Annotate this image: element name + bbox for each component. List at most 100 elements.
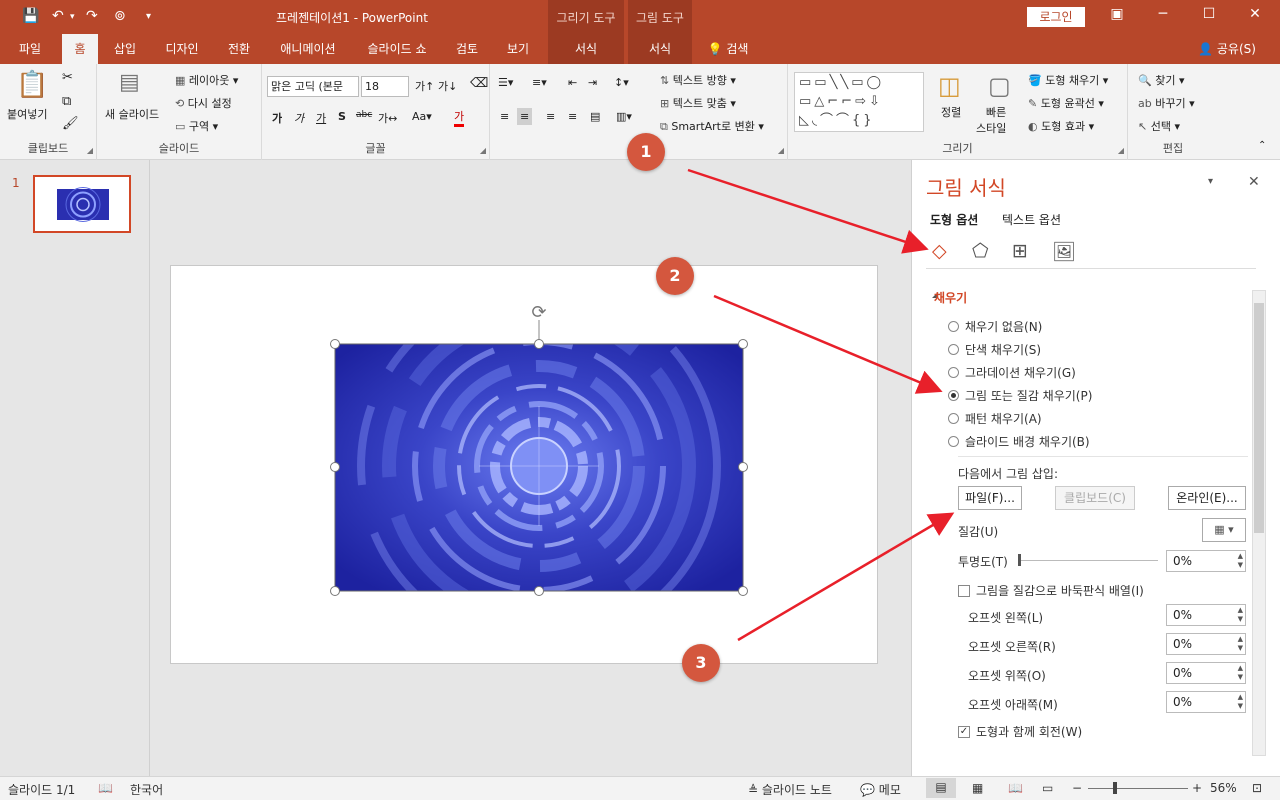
columns-icon[interactable]: ▥▾ xyxy=(616,110,632,123)
effects-icon[interactable]: ⬠ xyxy=(972,240,989,262)
increase-font-size-icon[interactable]: 가↑ xyxy=(415,78,434,94)
offset-left-spinbox[interactable]: 0% ▲ ▼ xyxy=(1166,604,1246,626)
section-button[interactable]: ▭ 구역 ▾ xyxy=(175,118,218,134)
spin-arrows-icon[interactable]: ▲ ▼ xyxy=(1238,552,1243,570)
shape-fill-button[interactable]: 🪣 도형 채우기 ▾ xyxy=(1028,72,1108,88)
fill-option-radio[interactable]: 채우기 없음(N) xyxy=(948,318,1042,335)
justify-icon[interactable]: ≡ xyxy=(568,110,577,123)
layout-button[interactable]: ▦ 레이아웃 ▾ xyxy=(175,72,238,88)
tab-home[interactable]: 홈 xyxy=(62,34,98,64)
zoom-slider-track[interactable] xyxy=(1088,788,1188,789)
font-size-combobox[interactable]: 18 xyxy=(361,76,409,97)
copy-icon[interactable]: ⧉ xyxy=(62,94,71,109)
shape-effects-button[interactable]: ◐ 도형 효과 ▾ xyxy=(1028,118,1094,134)
notes-button[interactable]: ≜ 슬라이드 노트 xyxy=(748,781,832,798)
text-direction-button[interactable]: ⇅ 텍스트 방향 ▾ xyxy=(660,72,736,88)
align-left-icon[interactable]: ≡ xyxy=(500,110,509,123)
spelling-icon[interactable]: 📖 xyxy=(98,781,113,795)
reading-view-icon[interactable]: 📖 xyxy=(1008,781,1023,795)
strikethrough-icon[interactable]: abc xyxy=(356,110,372,120)
transparency-slider-thumb[interactable] xyxy=(1018,554,1021,566)
reset-button[interactable]: ⟲ 다시 설정 xyxy=(175,95,232,111)
offset-right-spinbox[interactable]: 0% ▲ ▼ xyxy=(1166,633,1246,655)
fill-and-line-icon[interactable]: ◇ xyxy=(932,240,947,262)
pane-scrollbar[interactable] xyxy=(1252,290,1266,756)
tab-slideshow[interactable]: 슬라이드 쇼 xyxy=(356,34,438,64)
zoom-level[interactable]: 56% xyxy=(1210,781,1237,795)
resize-handle[interactable] xyxy=(330,586,340,596)
selected-picture[interactable]: ⟳ xyxy=(325,296,755,606)
bold-icon[interactable]: 가 xyxy=(272,110,282,126)
insert-from-clipboard-button[interactable]: 클립보드(C) xyxy=(1055,486,1135,510)
new-slide-button[interactable]: 새 슬라이드 xyxy=(105,106,159,122)
increase-indent-icon[interactable]: ⇥ xyxy=(588,76,597,89)
undo-icon[interactable]: ↶ xyxy=(52,8,64,24)
tab-file[interactable]: 파일 xyxy=(10,34,50,64)
dialog-launcher-icon[interactable]: ◢ xyxy=(778,146,784,155)
resize-handle[interactable] xyxy=(738,339,748,349)
dialog-launcher-icon[interactable]: ◢ xyxy=(1118,146,1124,155)
tell-me-search[interactable]: 💡 검색 xyxy=(702,34,754,64)
decrease-indent-icon[interactable]: ⇤ xyxy=(568,76,577,89)
pane-options-icon[interactable]: ▾ xyxy=(1208,176,1213,187)
underline-icon[interactable]: 가 xyxy=(316,110,326,126)
tab-shape-options[interactable]: 도형 옵션 xyxy=(930,211,978,228)
dialog-launcher-icon[interactable]: ◢ xyxy=(87,146,93,155)
decrease-font-size-icon[interactable]: 가↓ xyxy=(438,78,457,94)
resize-handle[interactable] xyxy=(738,462,748,472)
spin-arrows-icon[interactable]: ▲ ▼ xyxy=(1238,664,1243,682)
tab-insert[interactable]: 삽입 xyxy=(104,34,146,64)
fill-option-radio[interactable]: 슬라이드 배경 채우기(B) xyxy=(948,433,1090,450)
shapes-gallery[interactable]: ▭▭╲╲▭◯ ▭△⌐⌐⇨⇩ ◺◟⌒⌒{} xyxy=(794,72,924,132)
zoom-slider-thumb[interactable] xyxy=(1113,782,1117,794)
maximize-icon[interactable]: ☐ xyxy=(1194,6,1224,22)
bullets-icon[interactable]: ☰▾ xyxy=(498,76,513,89)
quick-styles-button-line1[interactable]: 빠른 xyxy=(986,104,1006,120)
texture-picker-button[interactable]: ▦ ▾ xyxy=(1202,518,1246,542)
fill-option-radio[interactable]: 단색 채우기(S) xyxy=(948,341,1041,358)
fill-option-radio[interactable]: 패턴 채우기(A) xyxy=(948,410,1042,427)
format-painter-icon[interactable]: 🖌 xyxy=(62,116,79,131)
cut-icon[interactable]: ✂ xyxy=(62,70,73,85)
paste-button[interactable]: 붙여넣기 xyxy=(7,106,47,122)
transparency-slider-track[interactable] xyxy=(1018,560,1158,561)
resize-handle[interactable] xyxy=(738,586,748,596)
character-spacing-icon[interactable]: 가↔ xyxy=(378,110,397,126)
fill-option-radio[interactable]: 그라데이션 채우기(G) xyxy=(948,364,1076,381)
fit-to-window-icon[interactable]: ⊡ xyxy=(1252,781,1262,795)
arrange-button[interactable]: 정렬 xyxy=(941,104,961,120)
change-case-icon[interactable]: Aa▾ xyxy=(412,110,432,123)
clear-formatting-icon[interactable]: ⌫ xyxy=(470,76,488,91)
spin-arrows-icon[interactable]: ▲ ▼ xyxy=(1238,606,1243,624)
transparency-spinbox[interactable]: 0% ▲ ▼ xyxy=(1166,550,1246,572)
insert-online-button[interactable]: 온라인(E)... xyxy=(1168,486,1246,510)
align-text-button[interactable]: ⊞ 텍스트 맞춤 ▾ xyxy=(660,95,736,111)
find-button[interactable]: 🔍 찾기 ▾ xyxy=(1138,72,1184,88)
slide-sorter-icon[interactable]: ▦ xyxy=(972,781,983,795)
spin-arrows-icon[interactable]: ▲ ▼ xyxy=(1238,693,1243,711)
tab-review[interactable]: 검토 xyxy=(446,34,488,64)
convert-to-smartart-button[interactable]: ⧉ SmartArt로 변환 ▾ xyxy=(660,118,764,134)
zoom-out-icon[interactable]: − xyxy=(1072,781,1082,795)
shape-outline-button[interactable]: ✎ 도형 윤곽선 ▾ xyxy=(1028,95,1104,111)
tab-picture-format[interactable]: 서식 xyxy=(628,34,692,64)
new-slide-icon[interactable]: ▤ xyxy=(119,70,140,95)
login-button[interactable]: 로그인 xyxy=(1027,7,1085,27)
share-button[interactable]: 👤 공유(S) xyxy=(1192,34,1262,64)
tab-design[interactable]: 디자인 xyxy=(156,34,208,64)
align-right-icon[interactable]: ≡ xyxy=(546,110,555,123)
scrollbar-thumb[interactable] xyxy=(1254,303,1264,533)
fill-option-radio[interactable]: 그림 또는 질감 채우기(P) xyxy=(948,387,1092,404)
save-icon[interactable]: 💾 xyxy=(22,8,39,24)
start-from-beginning-icon[interactable]: ⊚ xyxy=(114,8,126,24)
tab-transitions[interactable]: 전환 xyxy=(218,34,260,64)
close-pane-icon[interactable]: ✕ xyxy=(1248,174,1260,190)
picture-icon[interactable]: 🖼 xyxy=(1052,240,1076,263)
slideshow-view-icon[interactable]: ▭ xyxy=(1042,781,1053,795)
numbering-icon[interactable]: ≡▾ xyxy=(532,76,547,89)
distributed-icon[interactable]: ▤ xyxy=(590,110,600,123)
line-spacing-icon[interactable]: ↕▾ xyxy=(614,76,629,89)
align-center-icon[interactable]: ≡ xyxy=(517,108,533,125)
language-indicator[interactable]: 한국어 xyxy=(130,781,163,798)
quick-styles-icon[interactable]: ▢ xyxy=(988,72,1011,100)
